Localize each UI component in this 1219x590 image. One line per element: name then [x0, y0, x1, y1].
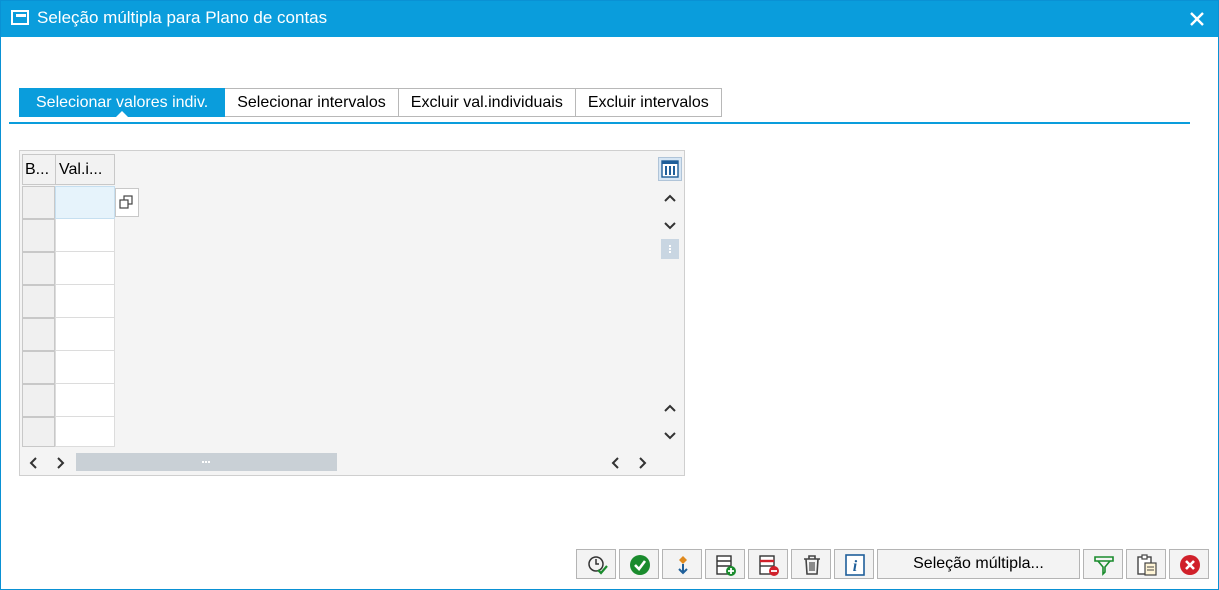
value-help-button[interactable] [115, 188, 139, 217]
table-cell-value[interactable] [55, 252, 115, 285]
scroll-left-icon[interactable] [24, 453, 44, 473]
tab-exclude-ranges[interactable]: Excluir intervalos [575, 88, 722, 117]
dialog-window: Seleção múltipla para Plano de contas Se… [0, 0, 1219, 590]
table-cell-value[interactable] [55, 351, 115, 384]
info-button[interactable]: i [834, 549, 874, 579]
scroll-right-icon[interactable] [50, 453, 70, 473]
delete-line-button[interactable] [748, 549, 788, 579]
table-cell-value[interactable] [55, 285, 115, 318]
row-selector[interactable] [22, 417, 55, 447]
dialog-icon [11, 10, 29, 25]
column-settings-button[interactable] [658, 157, 682, 181]
table-cell-value[interactable] [55, 417, 115, 447]
title-bar: Seleção múltipla para Plano de contas [1, 1, 1218, 37]
row-selector[interactable] [22, 219, 55, 252]
transfer-icon [678, 556, 688, 575]
delete-all-button[interactable] [791, 549, 831, 579]
delete-line-icon [759, 555, 779, 576]
grip-icon [669, 245, 671, 253]
horizontal-scroll-thumb[interactable] [76, 453, 337, 471]
filter-button[interactable] [1083, 549, 1123, 579]
cancel-button[interactable] [1169, 549, 1209, 579]
cancel-icon [1180, 555, 1200, 575]
confirm-button[interactable] [619, 549, 659, 579]
copy-icon [119, 195, 133, 209]
svg-text:i: i [853, 558, 858, 575]
scroll-up-icon[interactable] [660, 189, 680, 209]
tab-strip: Selecionar valores indiv. Selecionar int… [19, 88, 722, 117]
transfer-button[interactable] [662, 549, 702, 579]
scroll-left-end-icon[interactable] [606, 453, 626, 473]
window-title: Seleção múltipla para Plano de contas [37, 8, 328, 27]
row-selector[interactable] [22, 252, 55, 285]
row-selector[interactable] [22, 285, 55, 318]
scroll-right-end-icon[interactable] [632, 453, 652, 473]
table-cell-value[interactable] [55, 186, 115, 219]
vertical-scroll-thumb[interactable] [661, 239, 679, 259]
scroll-page-down-icon[interactable] [660, 425, 680, 445]
clipboard-icon [1137, 554, 1157, 576]
scroll-down-icon[interactable] [660, 215, 680, 235]
tab-exclude-single-values[interactable]: Excluir val.individuais [398, 88, 576, 117]
tab-select-ranges[interactable]: Selecionar intervalos [225, 88, 399, 117]
row-selector[interactable] [22, 318, 55, 351]
info-icon: i [845, 554, 865, 576]
grip-icon [202, 461, 210, 463]
scroll-page-up-icon[interactable] [660, 399, 680, 419]
row-selector[interactable] [22, 186, 55, 219]
multiple-selection-button[interactable]: Seleção múltipla... [877, 549, 1080, 579]
table-cell-value[interactable] [55, 384, 115, 417]
column-header-value[interactable]: Val.i... [55, 154, 115, 185]
insert-line-button[interactable] [705, 549, 745, 579]
filter-icon [1094, 556, 1114, 576]
execute-button[interactable] [576, 549, 616, 579]
table-cell-value[interactable] [55, 219, 115, 252]
tab-select-single-values[interactable]: Selecionar valores indiv. [19, 88, 226, 117]
row-selector[interactable] [22, 384, 55, 417]
trash-icon [804, 555, 820, 575]
close-icon[interactable] [1188, 10, 1206, 28]
column-layout-icon [661, 160, 679, 178]
check-icon [630, 555, 650, 575]
insert-line-icon [716, 555, 736, 576]
paste-button[interactable] [1126, 549, 1166, 579]
table-cell-value[interactable] [55, 318, 115, 351]
column-header-b[interactable]: B... [22, 154, 55, 185]
value-table: B... Val.i... [19, 150, 685, 476]
execute-clock-icon [588, 556, 608, 575]
row-selector[interactable] [22, 351, 55, 384]
tab-underline [9, 122, 1190, 124]
